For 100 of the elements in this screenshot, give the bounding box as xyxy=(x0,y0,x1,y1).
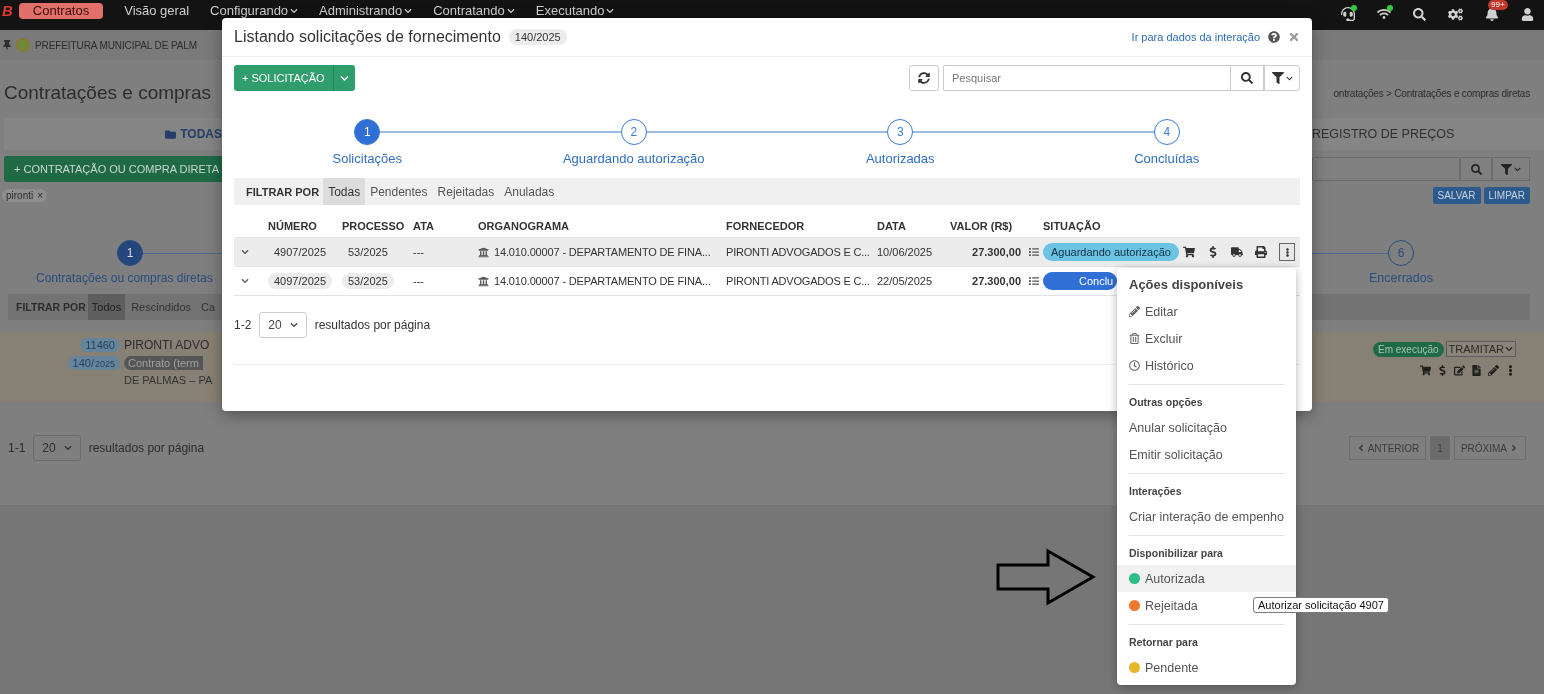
status-badge: Aguardando autorização xyxy=(1043,243,1179,261)
filter-chip[interactable]: pironti × xyxy=(2,188,48,202)
column-header: ATA xyxy=(412,219,435,232)
app-name-button[interactable]: Contratos xyxy=(18,3,104,19)
dropdown-button[interactable] xyxy=(332,65,355,91)
chevron-right-icon xyxy=(1509,443,1519,453)
step-label[interactable]: Solicitações xyxy=(332,151,402,166)
list-icon[interactable] xyxy=(1029,247,1039,257)
menu-item[interactable]: Excluir xyxy=(1117,325,1296,352)
step-circle[interactable]: 2 xyxy=(620,119,647,145)
new-request-button[interactable]: + SOLICITAÇÃO xyxy=(234,65,333,91)
supplier-name: PIRONTI ADVO xyxy=(124,338,211,352)
menu-item[interactable]: Anular solicitação xyxy=(1117,414,1296,441)
chip-close[interactable]: × xyxy=(37,189,44,201)
menu-item[interactable]: Emitir solicitação xyxy=(1117,441,1296,468)
table-row[interactable]: 4907/2025 53/2025 --- 14.010.00007 - DEPARTAMENTO DE FINA... PIRONTI ADVOGADOS E C... 10/06/2025 27.300,00 Aguardando autorização xyxy=(234,238,1300,267)
pin-icon[interactable] xyxy=(2,40,12,50)
nav-menu-item[interactable]: Executando xyxy=(535,3,615,19)
chevron-down-icon xyxy=(290,7,299,15)
step-label[interactable]: Autorizadas xyxy=(865,151,935,166)
filter-option[interactable]: Todas xyxy=(323,178,366,205)
table-cell-text: 27.300,00 xyxy=(971,246,1021,258)
filter-icon xyxy=(1501,163,1512,175)
page-size-select[interactable]: 20 xyxy=(259,312,307,338)
next-button[interactable]: PRÓXIMA xyxy=(1453,436,1526,460)
search-icon xyxy=(1241,72,1253,84)
chevron-down-icon xyxy=(241,277,249,285)
organization-name: PREFEITURA MUNICIPAL DE PALM xyxy=(35,39,198,51)
filter-option[interactable]: Anuladas xyxy=(499,178,560,205)
menu-item[interactable]: Histórico xyxy=(1117,352,1296,379)
table-cell-text: 27.300,00 xyxy=(971,275,1021,287)
filter-option[interactable]: Ca xyxy=(197,294,220,320)
clear-button[interactable]: LIMPAR xyxy=(1483,186,1530,204)
contract-type-badge: Contrato (term xyxy=(124,356,203,370)
chevron-down-icon xyxy=(241,248,249,256)
document-icon[interactable] xyxy=(1471,364,1482,376)
chevron-down-icon xyxy=(404,7,413,15)
contract-id-badge: 11460 xyxy=(80,338,120,352)
step-circle[interactable]: 1 xyxy=(117,240,143,266)
menu-item[interactable]: Pendente xyxy=(1117,654,1296,681)
headset-icon[interactable] xyxy=(1339,5,1357,23)
table-cell: 14.010.00007 - DEPARTAMENTO DE FINA... xyxy=(494,275,711,287)
edit-icon[interactable] xyxy=(1454,364,1465,376)
close-icon[interactable] xyxy=(1288,31,1300,43)
dollar-icon[interactable] xyxy=(1207,246,1219,258)
filter-option[interactable]: Rejeitadas xyxy=(432,178,500,205)
nav-menu-item[interactable]: Visão geral xyxy=(124,3,190,19)
table-cell-text: --- xyxy=(412,275,425,287)
filter-option[interactable]: Pendentes xyxy=(365,178,433,205)
contract-year: 2025 xyxy=(94,359,115,369)
menu-item[interactable]: Autorizada xyxy=(1117,565,1296,592)
nav-menu-item[interactable]: Configurando xyxy=(210,3,299,19)
search-field[interactable] xyxy=(1312,157,1460,181)
trash-icon xyxy=(1129,333,1140,344)
print-icon[interactable] xyxy=(1255,246,1267,258)
menu-item-label: Autorizada xyxy=(1145,571,1205,586)
interaction-link[interactable]: Ir para dados da interação xyxy=(1131,31,1260,43)
menu-item-label: Pendente xyxy=(1145,660,1199,675)
tab[interactable]: REGISTRO DE PREÇOS xyxy=(1312,127,1455,141)
column-header: SITUAÇÃO xyxy=(1042,219,1102,232)
step-circle[interactable]: 4 xyxy=(1153,119,1180,145)
chevron-down-icon xyxy=(63,444,72,452)
tramitar-button[interactable]: TRAMITAR xyxy=(1445,341,1516,357)
menu-item[interactable]: Editar xyxy=(1117,298,1296,325)
nav-menu-item[interactable]: Contratando xyxy=(433,3,515,19)
truck-icon[interactable] xyxy=(1231,246,1243,258)
tab[interactable]: TODAS xyxy=(165,127,222,141)
filter-option[interactable]: Rescindidos xyxy=(127,294,196,320)
list-icon[interactable] xyxy=(1029,276,1039,286)
step-label[interactable]: Aguardando autorização xyxy=(562,151,705,166)
table-cell-text: 10/06/2025 xyxy=(876,246,934,258)
page-size-select[interactable]: 20 xyxy=(33,435,81,461)
dollar-icon[interactable] xyxy=(1437,364,1448,376)
cart-icon[interactable] xyxy=(1183,246,1195,258)
filter-label: FILTRAR POR xyxy=(16,301,86,313)
nav-menu-item[interactable]: Administrando xyxy=(319,3,413,19)
step-label[interactable]: Concluídas xyxy=(1134,151,1200,166)
chevron-down-icon xyxy=(606,7,615,15)
step-circle[interactable]: 3 xyxy=(887,119,914,145)
dialog-title: Listando solicitações de fornecimento xyxy=(234,28,501,46)
more-button[interactable] xyxy=(1279,243,1295,261)
refresh-button[interactable] xyxy=(909,65,939,91)
emblem-icon xyxy=(16,38,30,52)
table-cell-text: PIRONTI ADVOGADOS E C... xyxy=(725,246,871,258)
menu-item[interactable]: Criar interação de empenho xyxy=(1117,503,1296,530)
filter-label: FILTRAR POR xyxy=(246,185,320,198)
save-button[interactable]: SALVAR xyxy=(1432,186,1481,204)
menu-item-label: Excluir xyxy=(1145,331,1183,346)
process-number: 53/2025 xyxy=(342,273,394,289)
previous-button[interactable]: ANTERIOR xyxy=(1348,436,1427,460)
help-icon[interactable] xyxy=(1268,31,1280,43)
search-icon[interactable] xyxy=(1411,5,1428,23)
column-header: FORNECEDOR xyxy=(725,219,806,232)
cart-icon[interactable] xyxy=(1420,364,1431,376)
pencil-icon[interactable] xyxy=(1488,364,1499,376)
step-circle[interactable]: 1 xyxy=(354,119,381,145)
menu-heading: Retornar para xyxy=(1128,635,1199,650)
column-header: PROCESSO xyxy=(341,219,406,232)
status-badge: Conclu xyxy=(1043,272,1118,290)
user-icon[interactable] xyxy=(1519,5,1536,23)
